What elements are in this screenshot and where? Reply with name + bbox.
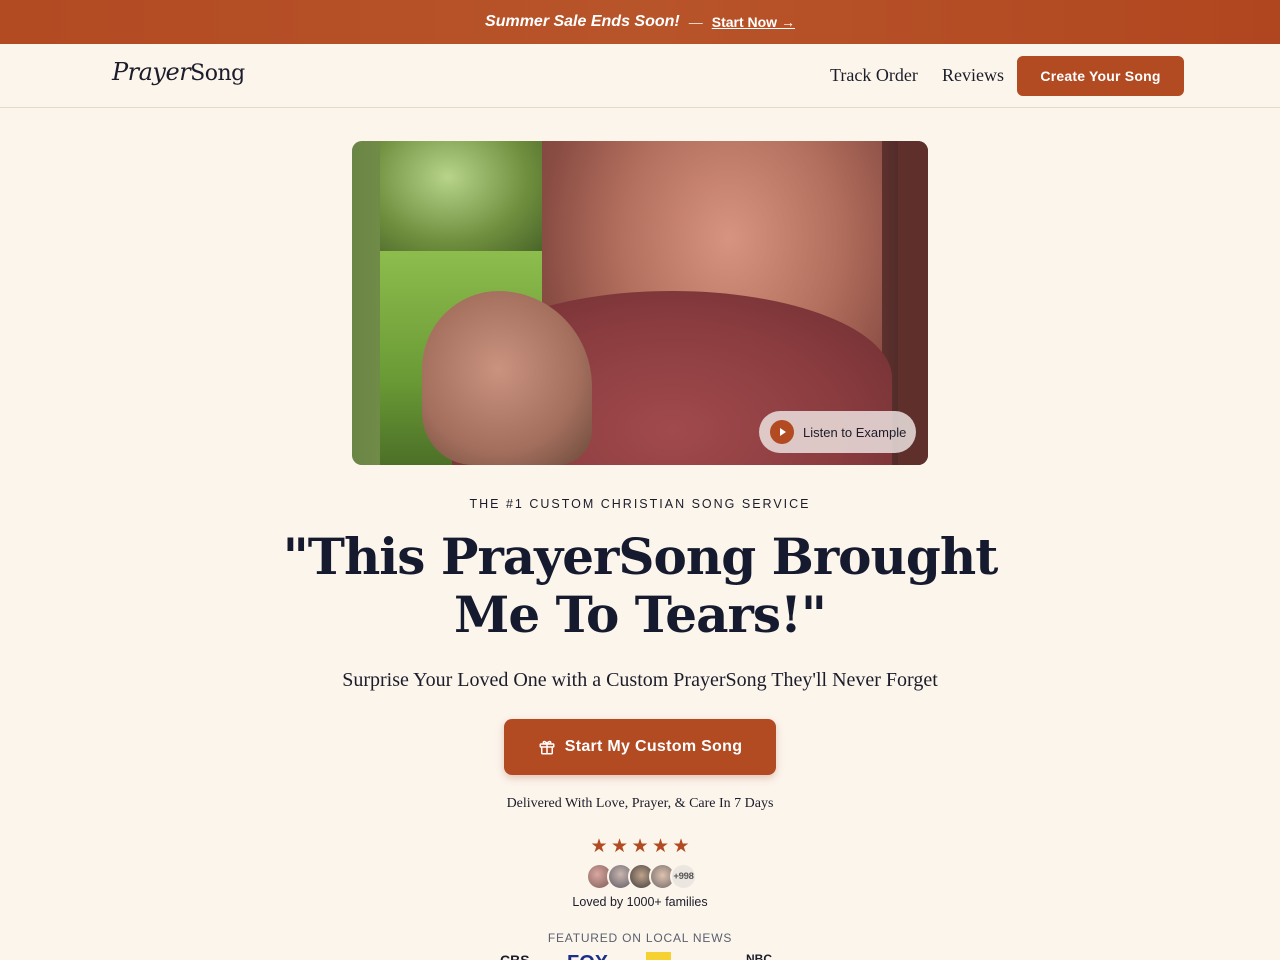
star-icon: ★ [610, 836, 629, 857]
promo-banner: Summer Sale Ends Soon! — Start Now → [0, 0, 1280, 44]
delivery-note: Delivered With Love, Prayer, & Care In 7… [506, 796, 774, 811]
star-icon: ★ [672, 836, 690, 857]
star-icon: ★ [590, 836, 608, 857]
more-customers-badge: +998 [670, 863, 697, 890]
start-my-custom-song-button[interactable]: Start My Custom Song [504, 719, 776, 775]
hero-kicker: THE #1 CUSTOM CHRISTIAN SONG SERVICE [469, 497, 811, 511]
nav-track-order-link[interactable]: Track Order [830, 65, 918, 86]
main-cta-label: Start My Custom Song [564, 738, 743, 755]
logo-part-song: Song [190, 61, 245, 86]
hero-subhead: Surprise Your Loved One with a Custom Pr… [342, 669, 938, 691]
logo-part-prayer: Prayer [112, 58, 191, 86]
listen-label: Listen to Example [803, 424, 907, 440]
news-logos: CBS FOX NBC [500, 952, 780, 960]
promo-text: Summer Sale Ends Soon! [485, 13, 680, 30]
promo-separator: — [688, 14, 703, 30]
navbar: PrayerSong Track Order Reviews Create Yo… [0, 44, 1280, 108]
star-icon: ★ [631, 836, 649, 857]
start-now-link[interactable]: Start Now → [712, 14, 795, 30]
featured-label: FEATURED ON LOCAL NEWS [547, 931, 733, 945]
logo[interactable]: PrayerSong [112, 58, 245, 86]
star-icon: ★ [651, 836, 670, 857]
gift-icon [539, 740, 555, 755]
loved-by-text: Loved by 1000+ families [572, 895, 708, 909]
nav-reviews-link[interactable]: Reviews [942, 65, 1004, 86]
customer-avatars: +998 [586, 863, 697, 890]
play-icon [770, 420, 794, 444]
create-your-song-button[interactable]: Create Your Song [1017, 56, 1184, 96]
news-logo-yellow [646, 952, 671, 960]
rating-stars: ★ ★ ★ ★ ★ [590, 837, 690, 856]
cbs-logo: CBS [500, 952, 530, 960]
hero-headline: "This PrayerSong Brought Me To Tears!" [282, 527, 999, 644]
fox-logo: FOX [567, 952, 608, 960]
listen-to-example-button[interactable]: Listen to Example [759, 411, 916, 453]
nbc-logo: NBC [746, 952, 772, 960]
